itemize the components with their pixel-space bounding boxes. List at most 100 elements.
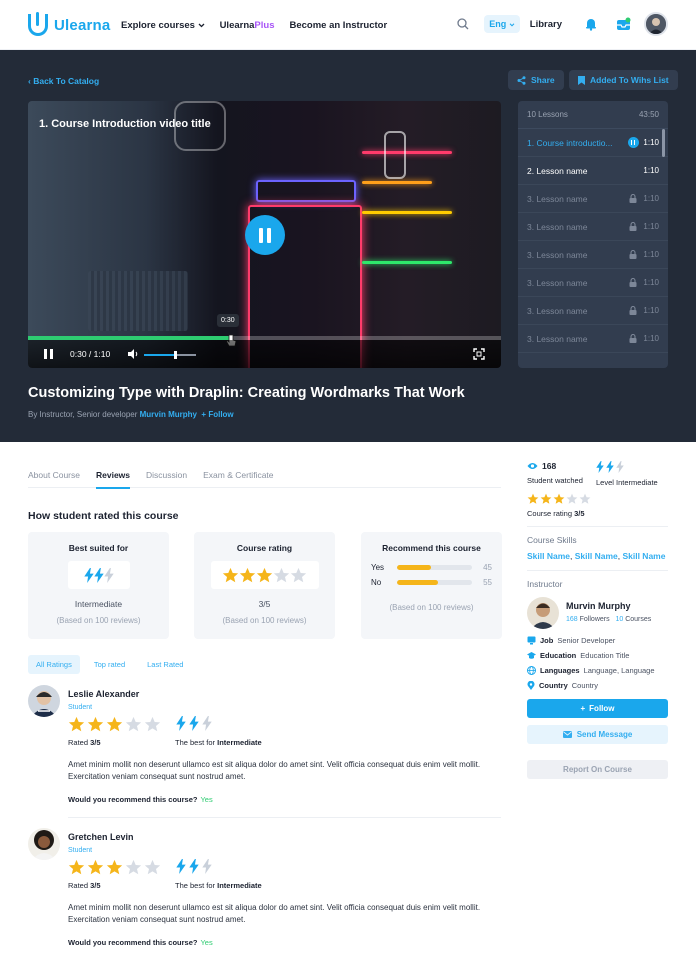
star-filled-icon	[553, 493, 565, 505]
language-selector[interactable]: Eng	[484, 15, 520, 33]
course-skills-title: Course Skills	[527, 535, 577, 545]
chevron-down-icon	[198, 23, 205, 28]
pause-button-large[interactable]	[245, 215, 285, 255]
recommend-title: Recommend this course	[382, 543, 481, 553]
neon-line	[362, 211, 452, 214]
instructor-education: Education Education Title	[527, 651, 629, 660]
report-course-button[interactable]: Report On Course	[527, 760, 668, 779]
skill-link[interactable]: Skill Name	[575, 551, 618, 561]
follow-instructor-button[interactable]: + Follow	[527, 699, 668, 718]
search-button[interactable]	[452, 13, 474, 35]
send-message-button[interactable]: Send Message	[527, 725, 668, 744]
level-bolt-empty-icon	[202, 716, 212, 731]
share-button[interactable]: Share	[508, 70, 564, 90]
star-filled-icon	[68, 716, 85, 733]
tab-about-course[interactable]: About Course	[28, 470, 80, 488]
course-rating-title: Course rating	[236, 543, 293, 553]
eye-icon	[527, 463, 538, 469]
level-bolt-filled-icon	[93, 567, 104, 583]
filter-all-ratings[interactable]: All Ratings	[28, 655, 80, 674]
lesson-duration: 1:10	[643, 278, 659, 287]
filter-last-rated[interactable]: Last Rated	[139, 655, 191, 674]
volume-handle[interactable]	[174, 351, 177, 359]
lessons-header: 10 Lessons 43:50	[518, 101, 668, 129]
star-empty-icon	[566, 493, 578, 505]
instructor-link[interactable]: Murvin Murphy	[140, 410, 197, 419]
lessons-scrollbar[interactable]	[662, 129, 665, 157]
course-title: Customizing Type with Draplin: Creating …	[28, 385, 465, 401]
star-filled-icon	[256, 567, 273, 584]
become-instructor-link[interactable]: Become an Instructor	[289, 20, 387, 31]
recommend-bar	[397, 565, 472, 570]
globe-icon	[527, 666, 536, 675]
level-bolt-filled-icon	[176, 859, 186, 874]
lesson-item[interactable]: 3. Lesson name 1:10	[518, 297, 668, 325]
lesson-item[interactable]: 3. Lesson name 1:10	[518, 185, 668, 213]
rating-section-title: How student rated this course	[28, 510, 179, 522]
user-avatar[interactable]	[644, 12, 668, 36]
rating-filters: All Ratings Top rated Last Rated	[28, 655, 191, 674]
reviewer-name[interactable]: Leslie Alexander	[68, 689, 139, 699]
wishlist-button[interactable]: Added To Wihs List	[569, 70, 678, 90]
lesson-list: 1. Course introductio... 1:10 2. Lesson na…	[518, 129, 668, 353]
neon-line	[362, 151, 452, 154]
follow-link[interactable]: + Follow	[199, 410, 233, 419]
recommend-bar-fill	[397, 565, 431, 570]
volume-icon[interactable]	[128, 349, 139, 359]
lesson-item[interactable]: 2. Lesson name 1:10	[518, 157, 668, 185]
reviewer-avatar[interactable]	[28, 828, 60, 860]
fullscreen-icon[interactable]	[473, 348, 485, 360]
lesson-duration: 1:10	[643, 334, 659, 343]
instructor-job: Job Senior Developer	[527, 636, 615, 645]
lesson-item[interactable]: 3. Lesson name 1:10	[518, 241, 668, 269]
level-bolt-filled-icon	[176, 716, 186, 731]
lesson-item[interactable]: 3. Lesson name 1:10	[518, 325, 668, 353]
instructor-country: Country Country	[527, 681, 598, 690]
volume-slider[interactable]	[144, 354, 196, 356]
lesson-item[interactable]: 3. Lesson name 1:10	[518, 269, 668, 297]
monitor-icon	[527, 636, 536, 645]
tab-discussion[interactable]: Discussion	[146, 470, 187, 488]
lesson-name: 3. Lesson name	[527, 193, 588, 204]
lesson-duration: 1:10	[643, 250, 659, 259]
course-tabs: About Course Reviews Discussion Exam & Cert…	[28, 470, 501, 489]
reviewer-avatar[interactable]	[28, 685, 60, 717]
skill-link[interactable]: Skill Name	[622, 551, 665, 561]
video-player[interactable]: 1. Course Introduction video title 0:30 …	[28, 101, 501, 368]
seek-tooltip: 0:30	[217, 314, 239, 327]
lesson-item[interactable]: 1. Course introductio... 1:10	[518, 129, 668, 157]
review-text: Amet minim mollit non deserunt ullamco e…	[68, 903, 481, 924]
share-icon	[517, 75, 526, 85]
lock-icon	[629, 306, 637, 315]
ulearna-plus-link[interactable]: UlearnaPlus	[220, 20, 275, 31]
review-item: Gretchen Levin Student Rated 3/5 The best f…	[28, 828, 501, 958]
review-best-for: The best for Intermediate	[175, 738, 262, 747]
explore-courses-link[interactable]: Explore courses	[121, 20, 205, 31]
review-best-for: The best for Intermediate	[175, 881, 262, 890]
review-text: Amet minim mollit non deserunt ullamco e…	[68, 760, 481, 781]
tab-exam-certificate[interactable]: Exam & Certificate	[203, 470, 273, 488]
star-filled-icon	[87, 716, 104, 733]
library-link[interactable]: Library	[530, 19, 562, 30]
star-filled-icon	[527, 493, 539, 505]
instructor-name[interactable]: Murvin Murphy	[566, 601, 631, 611]
pause-button[interactable]	[44, 349, 53, 359]
brand-logo[interactable]: Ulearna	[28, 12, 111, 36]
lesson-duration: 1:10	[643, 194, 659, 203]
star-empty-icon	[125, 859, 142, 876]
star-filled-icon	[222, 567, 239, 584]
background-grate	[88, 271, 188, 331]
notifications-button[interactable]	[580, 13, 602, 35]
back-to-catalog-link[interactable]: ‹ Back To Catalog	[28, 76, 99, 86]
lesson-item[interactable]: 3. Lesson name 1:10	[518, 213, 668, 241]
messages-button[interactable]	[612, 13, 634, 35]
instructor-avatar[interactable]	[527, 597, 559, 629]
lesson-name: 3. Lesson name	[527, 305, 588, 316]
recommend-card: Recommend this course Yes 45 No 55 (Based o…	[361, 532, 502, 639]
filter-top-rated[interactable]: Top rated	[86, 655, 133, 674]
tab-reviews[interactable]: Reviews	[95, 470, 131, 489]
top-navigation: Ulearna Explore courses UlearnaPlus Beco…	[0, 0, 696, 50]
skill-link[interactable]: Skill Name	[527, 551, 570, 561]
reviewer-name[interactable]: Gretchen Levin	[68, 832, 134, 842]
brand-name: Ulearna	[54, 16, 111, 34]
